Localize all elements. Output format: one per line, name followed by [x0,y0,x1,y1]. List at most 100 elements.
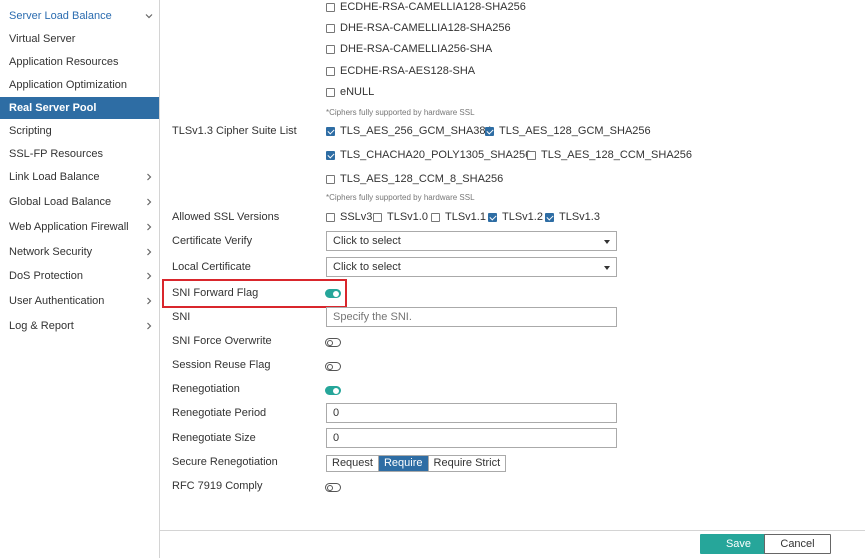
chevron-right-icon [145,216,153,231]
tls13-cipher-checkbox[interactable] [527,151,536,160]
chevron-right-icon [145,265,153,280]
rfc7919-label: RFC 7919 Comply [172,480,263,492]
rfc7919-toggle[interactable] [325,483,341,492]
sidebar-item-label: Link Load Balance [9,171,100,183]
secure-renegotiation-request[interactable]: Request [327,456,379,471]
sidebar-item-label: Web Application Firewall [9,221,129,233]
tls13-cipher-note: *Ciphers fully supported by hardware SSL [326,193,475,202]
certificate-verify-value: Click to select [333,235,401,247]
sidebar-item-label: Scripting [9,125,52,137]
ssl-version-option: TLSv1.3 [559,211,600,223]
sidebar-item-scripting[interactable]: Scripting [0,120,159,142]
cipher-checkbox[interactable] [326,3,335,12]
sidebar-item-label: Log & Report [9,320,74,332]
sidebar-item-application-optimization[interactable]: Application Optimization [0,74,159,96]
renegotiate-size-label: Renegotiate Size [172,432,256,444]
cipher-checkbox[interactable] [326,45,335,54]
tls13-cipher-option: TLS_AES_128_CCM_SHA256 [541,149,693,161]
cancel-button[interactable]: Cancel [764,534,831,554]
chevron-right-icon [145,315,153,330]
chevron-right-icon [145,241,153,256]
form-footer: Save Cancel [160,530,865,558]
sidebar-item-network-security[interactable]: Network Security [0,241,159,263]
sidebar-item-server-load-balance[interactable]: Server Load Balance [0,5,159,27]
sidebar-item-dos-protection[interactable]: DoS Protection [0,265,159,287]
sidebar-item-label: Virtual Server [9,33,76,45]
session-reuse-flag-label: Session Reuse Flag [172,359,271,371]
sidebar-item-ssl-fp-resources[interactable]: SSL-FP Resources [0,143,159,165]
sidebar: Server Load Balance Virtual Server Appli… [0,0,160,558]
sidebar-item-label: SSL-FP Resources [9,148,103,160]
tls13-cipher-checkbox[interactable] [326,151,335,160]
tls13-cipher-option: TLS_AES_128_GCM_SHA256 [499,125,651,137]
sidebar-item-link-load-balance[interactable]: Link Load Balance [0,166,159,188]
tls13-cipher-checkbox[interactable] [485,127,494,136]
chevron-right-icon [145,191,153,206]
sidebar-item-web-application-firewall[interactable]: Web Application Firewall [0,216,159,238]
sni-force-overwrite-label: SNI Force Overwrite [172,335,272,347]
tls13-cipher-checkbox[interactable] [326,127,335,136]
sidebar-item-label: DoS Protection [9,270,83,282]
renegotiation-label: Renegotiation [172,383,240,395]
ssl-version-checkbox[interactable] [545,213,554,222]
cipher-checkbox[interactable] [326,24,335,33]
ssl-version-option: SSLv3 [340,211,373,223]
cipher-label: DHE-RSA-CAMELLIA256-SHA [340,43,493,55]
ssl-version-option: TLSv1.1 [445,211,486,223]
sidebar-item-real-server-pool[interactable]: Real Server Pool [0,97,159,119]
secure-renegotiation-require-strict[interactable]: Require Strict [428,456,506,471]
chevron-right-icon [145,166,153,181]
ssl-version-option: TLSv1.0 [387,211,428,223]
sidebar-item-label: Network Security [9,246,93,258]
sidebar-item-label: Application Optimization [9,79,128,91]
secure-renegotiation-label: Secure Renegotiation [172,456,278,468]
tls13-cipher-option: TLS_AES_256_GCM_SHA384 [340,125,492,137]
sidebar-item-virtual-server[interactable]: Virtual Server [0,28,159,50]
local-certificate-select[interactable]: Click to select [326,257,617,277]
sidebar-item-application-resources[interactable]: Application Resources [0,51,159,73]
ssl-version-checkbox[interactable] [431,213,440,222]
certificate-verify-select[interactable]: Click to select [326,231,617,251]
certificate-verify-label: Certificate Verify [172,235,253,247]
tls13-cipher-option: TLS_AES_128_CCM_8_SHA256 [340,173,504,185]
sni-input[interactable] [326,307,617,327]
ssl-versions-label: Allowed SSL Versions [172,211,280,223]
tls13-cipher-option: TLS_CHACHA20_POLY1305_SHA256 [340,149,532,161]
dropdown-arrow-icon [604,266,610,270]
cipher-checkbox[interactable] [326,67,335,76]
renegotiation-toggle[interactable] [325,386,341,395]
sni-forward-flag-toggle[interactable] [325,289,341,298]
tls13-cipher-checkbox[interactable] [326,175,335,184]
renegotiate-size-input[interactable]: 0 [326,428,617,448]
sidebar-item-label: Application Resources [9,56,119,68]
cipher-label: DHE-RSA-CAMELLIA128-SHA256 [340,22,511,34]
cipher-label: eNULL [340,86,375,98]
session-reuse-flag-toggle[interactable] [325,362,341,371]
renegotiate-period-input[interactable]: 0 [326,403,617,423]
secure-renegotiation-segmented: Request Require Require Strict [326,455,507,472]
sidebar-item-user-authentication[interactable]: User Authentication [0,290,159,312]
cipher-note: *Ciphers fully supported by hardware SSL [326,108,475,117]
sidebar-item-label: Server Load Balance [9,10,112,22]
chevron-down-icon [145,5,153,20]
local-certificate-value: Click to select [333,261,401,273]
ssl-version-checkbox[interactable] [488,213,497,222]
cipher-label: ECDHE-RSA-AES128-SHA [340,65,476,77]
ssl-version-option: TLSv1.2 [502,211,543,223]
ssl-version-checkbox[interactable] [326,213,335,222]
sidebar-item-label: User Authentication [9,295,105,307]
ssl-version-checkbox[interactable] [373,213,382,222]
sni-force-overwrite-toggle[interactable] [325,338,341,347]
sidebar-item-global-load-balance[interactable]: Global Load Balance [0,191,159,213]
secure-renegotiation-require[interactable]: Require [378,456,429,471]
sidebar-item-label: Real Server Pool [9,102,97,114]
sidebar-item-label: Global Load Balance [9,196,112,208]
local-certificate-label: Local Certificate [172,261,251,273]
chevron-right-icon [145,290,153,305]
cipher-label: ECDHE-RSA-CAMELLIA128-SHA256 [340,1,526,13]
sni-forward-flag-label: SNI Forward Flag [172,287,259,299]
cipher-checkbox[interactable] [326,88,335,97]
main-panel: ECDHE-RSA-CAMELLIA128-SHA256 DHE-RSA-CAM… [160,0,865,558]
dropdown-arrow-icon [604,240,610,244]
sidebar-item-log-report[interactable]: Log & Report [0,315,159,337]
